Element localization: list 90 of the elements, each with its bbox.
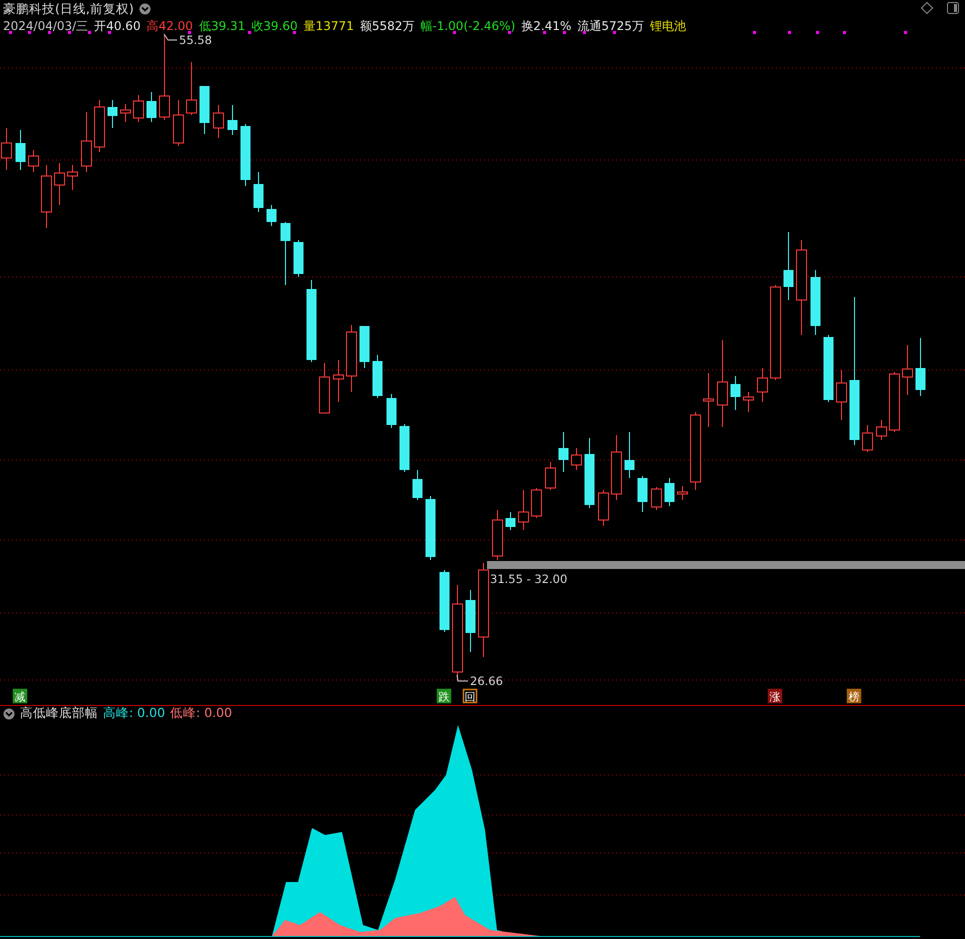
candlestick (133, 94, 144, 122)
candlestick (16, 130, 26, 170)
candlestick (81, 112, 92, 172)
quote-field: 换2.41% (521, 18, 572, 34)
candlestick (67, 164, 78, 190)
price-label: 26.66 (470, 674, 503, 688)
candlestick (440, 570, 450, 632)
candlestick (889, 372, 900, 432)
signal-marker: 回 (462, 688, 478, 704)
candlestick (638, 476, 648, 512)
dropdown-icon[interactable] (3, 708, 15, 720)
candlestick (386, 394, 396, 428)
candlestick (228, 104, 238, 136)
candlestick (757, 368, 768, 402)
candlestick (571, 448, 582, 470)
candlestick (294, 240, 304, 278)
candlestick (41, 164, 52, 228)
candlestick (1, 128, 12, 170)
indicator-value: 高峰: 0.00 (103, 705, 166, 722)
candlestick (360, 326, 370, 368)
candlestick (254, 172, 264, 212)
leader-line (164, 34, 178, 40)
signal-marker: 跌 (436, 688, 452, 704)
signal-marker: 减 (12, 688, 28, 704)
window-icon[interactable] (947, 2, 959, 14)
candlestick (372, 354, 382, 398)
candlestick (426, 496, 436, 560)
candlestick (558, 432, 568, 472)
chart-title: 豪鹏科技(日线,前复权) (3, 0, 134, 18)
quote-field: 收39.60 (251, 18, 298, 34)
candlestick (876, 420, 887, 440)
quote-field: 低39.31 (198, 18, 246, 34)
candlestick (664, 478, 674, 506)
signal-marker: 涨 (768, 688, 782, 704)
candlestick (213, 104, 224, 138)
candlestick (836, 370, 847, 420)
candlestick (54, 162, 65, 206)
candlestick (677, 486, 688, 500)
quote-field: 量13771 (304, 18, 354, 34)
candlestick (624, 432, 634, 478)
candlestick (266, 204, 276, 226)
quote-field: 2024/04/03/三 (3, 18, 88, 34)
candlestick (743, 392, 754, 412)
candlestick (280, 222, 290, 286)
price-label: 31.55 - 32.00 (490, 572, 568, 586)
indicator-name: 高低峰底部幅 (20, 705, 98, 722)
price-label: 55.58 (179, 33, 212, 47)
candlestick (703, 372, 714, 428)
candlestick (186, 62, 197, 116)
candlestick (28, 150, 39, 172)
candlestick (412, 470, 422, 500)
candlestick (120, 104, 131, 122)
candlestick (506, 512, 516, 530)
leader-line (456, 674, 468, 682)
candlestick (611, 434, 622, 500)
candlestick (240, 124, 250, 186)
candlestick (492, 510, 503, 560)
candlestick (531, 488, 542, 518)
candlestick (518, 490, 529, 530)
quote-field: 开40.60 (94, 18, 141, 34)
candlestick (319, 362, 330, 414)
candlestick (466, 590, 476, 652)
candlestick (651, 486, 662, 510)
quote-field: 流通5725万 (577, 18, 644, 34)
quote-field: 幅-1.00(-2.46%) (420, 18, 516, 34)
candlestick (400, 424, 410, 472)
candlestick (333, 360, 344, 402)
candlestick (862, 424, 873, 452)
candlestick (916, 338, 926, 396)
candlestick (346, 324, 357, 392)
signal-marker: 榜 (846, 688, 862, 704)
candlestick (146, 92, 156, 122)
dropdown-icon[interactable] (138, 3, 151, 15)
candlestick (545, 462, 556, 490)
candlestick (810, 270, 820, 336)
candlestick (902, 344, 913, 396)
candlestick (784, 232, 794, 300)
candlestick (584, 438, 594, 508)
diamond-icon[interactable] (921, 2, 933, 14)
candlestick (200, 86, 210, 134)
candlestick (598, 490, 609, 526)
quote-field: 高42.00 (146, 18, 193, 34)
candlestick (108, 100, 118, 128)
indicator-value: 低峰: 0.00 (170, 705, 232, 722)
candlestick (173, 100, 184, 146)
candlestick (824, 334, 834, 402)
quote-field: 锂电池 (650, 18, 686, 34)
candlestick (94, 100, 105, 152)
candlestick (730, 376, 740, 410)
quote-field: 额5582万 (360, 18, 414, 34)
